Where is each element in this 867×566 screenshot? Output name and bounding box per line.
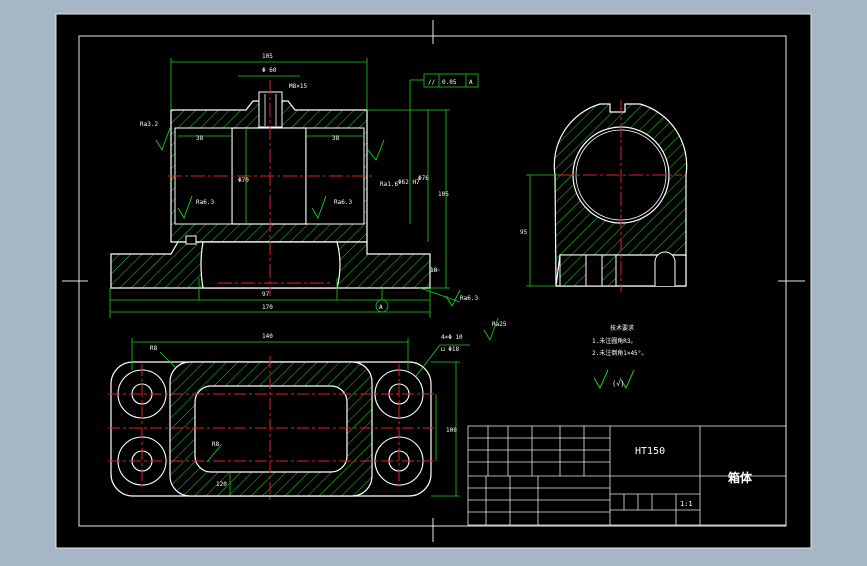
dim-height-total: 105 xyxy=(438,191,449,198)
roughness-top: Ra25 xyxy=(492,321,507,328)
dim-bore-right: 38 xyxy=(332,135,340,142)
notes-title: 技术要求 xyxy=(610,324,634,332)
dim-top-inner-r: R8 xyxy=(212,441,220,448)
cad-window: 105 Φ 60 M8×15 38 38 Φ70 Φ76 105 Φ62 H7 … xyxy=(0,0,867,562)
dim-top-holes: 4×Φ 10 xyxy=(441,334,463,341)
dim-base-thickness: 18 xyxy=(430,267,438,274)
title-scale: 1:1 xyxy=(680,500,693,508)
roughness-r4: Ra1.6 xyxy=(380,181,398,188)
dim-top-pocket: 120 xyxy=(216,481,227,488)
dim-top-length: 140 xyxy=(262,333,273,340)
roughness-r1: Ra3.2 xyxy=(140,121,158,128)
notes-roughness-other: (√) xyxy=(612,380,625,388)
tol-symbol: // xyxy=(428,79,436,86)
title-part-name: 箱体 xyxy=(728,470,753,485)
dim-top-counterbore: ⊔ Φ18 xyxy=(441,346,459,353)
tol-value: 0.05 xyxy=(442,79,457,86)
dim-side-height: 95 xyxy=(520,229,528,236)
dim-top-width: 100 xyxy=(446,427,457,434)
roughness-r2: Ra6.3 xyxy=(196,199,214,206)
title-material: HT150 xyxy=(635,446,665,457)
dim-bore-left: 38 xyxy=(196,135,204,142)
dim-thread: M8×15 xyxy=(289,83,307,90)
roughness-r5: Ra6.3 xyxy=(460,295,478,302)
dim-top-width: 105 xyxy=(262,53,273,60)
datum-label: A xyxy=(379,304,383,311)
roughness-r3: Ra6.3 xyxy=(334,199,352,206)
notes-line1: 1.未注圆角R3。 xyxy=(592,337,636,345)
top-pocket xyxy=(194,385,348,473)
dim-fit: Φ62 H7 xyxy=(398,179,420,186)
notes-line2: 2.未注倒角1×45°。 xyxy=(592,349,647,357)
tol-datum: A xyxy=(469,79,473,86)
dim-base-length: 170 xyxy=(262,304,273,311)
engineering-drawing: 105 Φ 60 M8×15 38 38 Φ70 Φ76 105 Φ62 H7 … xyxy=(55,13,812,549)
dim-slot-width: Φ 60 xyxy=(262,67,277,74)
dim-top-corner: R8 xyxy=(150,345,158,352)
dim-slot-length: 97 xyxy=(262,291,270,298)
dim-bore-dia: Φ70 xyxy=(238,177,249,184)
